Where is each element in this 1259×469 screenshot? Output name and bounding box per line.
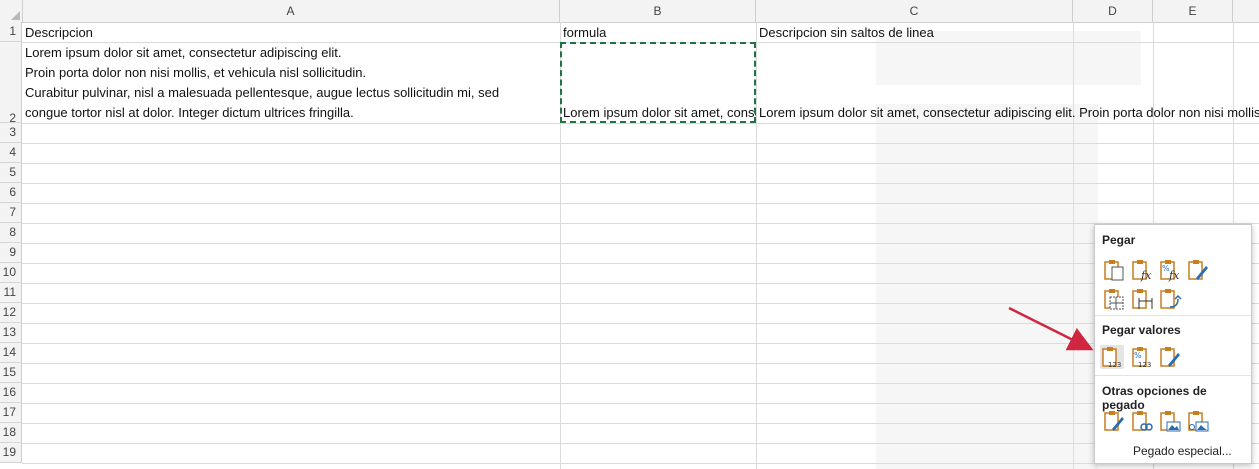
column-header-c[interactable]: C [756, 0, 1073, 22]
paste-linked-picture-icon[interactable] [1186, 409, 1210, 433]
column-header-e[interactable]: E [1153, 0, 1233, 22]
svg-text:fx: fx [1140, 269, 1152, 282]
section-values-label: Pegar valores [1102, 323, 1181, 337]
column-header-d[interactable]: D [1073, 0, 1153, 22]
svg-text:fx: fx [1168, 269, 1180, 282]
column-header-b[interactable]: B [560, 0, 756, 22]
cell-a2-line: Lorem ipsum dolor sit amet, consectetur … [25, 45, 342, 60]
row-header-16[interactable]: 16 [0, 383, 22, 403]
copy-marquee-b2 [560, 42, 756, 123]
paste-values-source-formatting-icon[interactable] [1158, 345, 1182, 369]
cell-b1[interactable]: formula [560, 23, 756, 42]
paste-special-menu-item[interactable]: Pegado especial... [1133, 444, 1232, 458]
row-header-14[interactable]: 14 [0, 343, 22, 363]
paste-link-icon[interactable] [1130, 409, 1154, 433]
row-header-2[interactable]: 2 [0, 42, 22, 125]
paste-keep-column-widths-icon[interactable] [1130, 287, 1154, 311]
paste-no-borders-icon[interactable] [1102, 287, 1126, 311]
row-header-1[interactable]: 1 [0, 22, 22, 42]
paste-formulas-number-format-icon[interactable]: % fx [1158, 258, 1182, 282]
cell-a2-line: Curabitur pulvinar, nisl a malesuada pel… [25, 85, 500, 100]
svg-text:123: 123 [1108, 361, 1121, 369]
paste-picture-icon[interactable] [1158, 409, 1182, 433]
row-header-9[interactable]: 9 [0, 243, 22, 263]
cell-a2-line: Proin porta dolor non nisi mollis, et ve… [25, 65, 367, 80]
cell-a1[interactable]: Descripcion [22, 23, 560, 42]
row-header-5[interactable]: 5 [0, 163, 22, 183]
spreadsheet-grid[interactable]: A B C D E 1 2 3 4 5 6 7 8 9 10 11 12 13 14 15 16 17 18 19 … [0, 0, 1259, 469]
cell-c2[interactable]: Lorem ipsum dolor sit amet, consectetur … [756, 103, 1259, 123]
column-header-a[interactable]: A [22, 0, 560, 22]
section-paste-label: Pegar [1102, 233, 1136, 247]
paste-keep-source-formatting-icon[interactable] [1186, 258, 1210, 282]
paste-values-icon[interactable]: 123 [1100, 345, 1124, 369]
section-other-label: Otras opciones de pegado [1102, 384, 1207, 412]
row-header-7[interactable]: 7 [0, 203, 22, 223]
red-arrow-annotation [1008, 306, 1094, 351]
row-header-6[interactable]: 6 [0, 183, 22, 203]
paste-values-number-format-icon[interactable]: % 123 [1130, 345, 1154, 369]
cell-a2-line: congue tortor nisl at dolor. Integer dic… [25, 105, 354, 120]
paste-transpose-icon[interactable] [1158, 287, 1182, 311]
row-header-19[interactable]: 19 [0, 443, 22, 463]
row-header-3[interactable]: 3 [0, 123, 22, 143]
paste-icon[interactable] [1102, 258, 1126, 282]
svg-text:%: % [1134, 351, 1142, 360]
row-header-10[interactable]: 10 [0, 263, 22, 283]
row-header-15[interactable]: 15 [0, 363, 22, 383]
row-header-4[interactable]: 4 [0, 143, 22, 163]
row-header-17[interactable]: 17 [0, 403, 22, 423]
cell-a2[interactable]: Lorem ipsum dolor sit amet, consectetur … [22, 43, 560, 123]
row-header-8[interactable]: 8 [0, 223, 22, 243]
cell-c1[interactable]: Descripcion sin saltos de linea [756, 23, 1073, 42]
svg-text:123: 123 [1138, 361, 1151, 369]
row-header-13[interactable]: 13 [0, 323, 22, 343]
paste-formatting-icon[interactable] [1102, 409, 1126, 433]
row-header-11[interactable]: 11 [0, 283, 22, 303]
row-header-18[interactable]: 18 [0, 423, 22, 443]
row-header-12[interactable]: 12 [0, 303, 22, 323]
paste-options-menu: Pegar fx % fx Pegar valores 123 % 123 Otra… [1094, 224, 1252, 464]
paste-formulas-icon[interactable]: fx [1130, 258, 1154, 282]
select-all-corner[interactable] [0, 0, 23, 22]
